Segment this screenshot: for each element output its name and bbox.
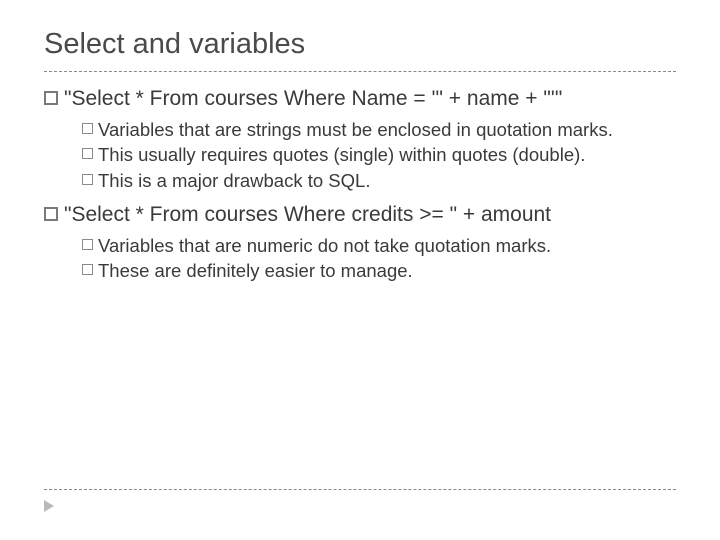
footer-divider	[44, 489, 676, 490]
bullet-text: This usually requires quotes (single) wi…	[98, 143, 585, 166]
slide-content: "Select * From courses Where Name = '" +…	[44, 86, 676, 282]
bullet-level2: Variables that are numeric do not take q…	[82, 234, 676, 257]
square-bullet-icon	[82, 148, 93, 159]
square-bullet-icon	[82, 239, 93, 250]
square-bullet-icon	[82, 264, 93, 275]
bullet-text: "Select * From courses Where credits >= …	[64, 202, 551, 228]
arrow-right-icon	[44, 500, 54, 512]
slide: Select and variables "Select * From cour…	[0, 0, 720, 540]
bullet-text: This is a major drawback to SQL.	[98, 169, 370, 192]
bullet-level2: These are definitely easier to manage.	[82, 259, 676, 282]
bullet-level2: This is a major drawback to SQL.	[82, 169, 676, 192]
slide-title: Select and variables	[44, 28, 676, 72]
bullet-text: Variables that are numeric do not take q…	[98, 234, 551, 257]
bullet-level1: "Select * From courses Where credits >= …	[44, 202, 676, 228]
bullet-text: These are definitely easier to manage.	[98, 259, 413, 282]
square-bullet-icon	[82, 174, 93, 185]
sub-bullet-group: Variables that are strings must be enclo…	[44, 118, 676, 191]
bullet-level2: This usually requires quotes (single) wi…	[82, 143, 676, 166]
bullet-text: "Select * From courses Where Name = '" +…	[64, 86, 562, 112]
square-bullet-icon	[82, 123, 93, 134]
square-bullet-icon	[44, 91, 58, 105]
square-bullet-icon	[44, 207, 58, 221]
sub-bullet-group: Variables that are numeric do not take q…	[44, 234, 676, 282]
bullet-level1: "Select * From courses Where Name = '" +…	[44, 86, 676, 112]
bullet-level2: Variables that are strings must be enclo…	[82, 118, 676, 141]
bullet-text: Variables that are strings must be enclo…	[98, 118, 613, 141]
